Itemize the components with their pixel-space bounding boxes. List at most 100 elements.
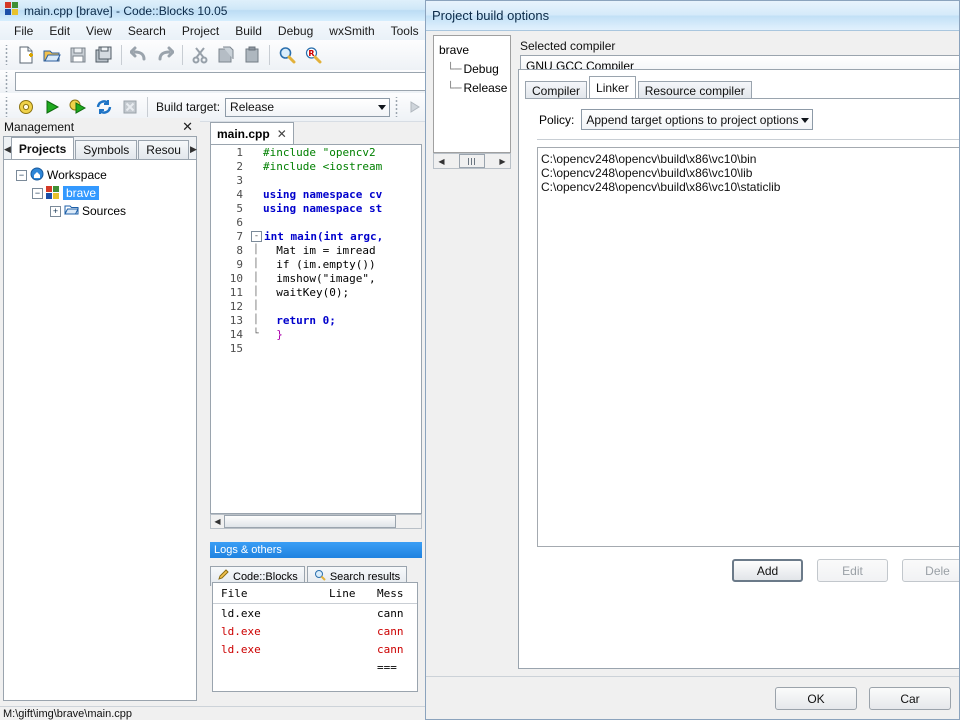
dialog-title: Project build options bbox=[432, 8, 550, 23]
scroll-right-icon[interactable]: ▶ bbox=[496, 155, 509, 168]
cell-file: ld.exe bbox=[221, 642, 261, 656]
list-item[interactable]: C:\opencv248\opencv\build\x86\vc10\bin bbox=[541, 152, 959, 166]
list-item[interactable]: C:\opencv248\opencv\build\x86\vc10\lib bbox=[541, 166, 959, 180]
tree-item-sources[interactable]: + Sources bbox=[8, 202, 192, 220]
target-tree-item-brave[interactable]: brave bbox=[439, 40, 510, 59]
scroll-left-icon[interactable]: ◀ bbox=[211, 515, 224, 528]
menu-item-view[interactable]: View bbox=[78, 22, 120, 40]
editor-text-area[interactable]: 1 #include "opencv2 2 #include <iostream 3… bbox=[210, 144, 422, 514]
column-header-file[interactable]: File bbox=[213, 587, 329, 600]
management-tabstrip: ◀ Projects Symbols Resou ▶ bbox=[4, 137, 197, 160]
open-file-icon[interactable] bbox=[39, 42, 65, 68]
search-directories-list[interactable]: C:\opencv248\opencv\build\x86\vc10\bin C… bbox=[537, 147, 959, 547]
add-button[interactable]: Add bbox=[732, 559, 803, 582]
scroll-left-icon[interactable]: ◀ bbox=[435, 155, 448, 168]
fold-marker[interactable]: │ bbox=[249, 315, 263, 325]
toolbar-grip[interactable] bbox=[3, 71, 10, 92]
editor-tabstrip: main.cpp ✕ bbox=[210, 122, 422, 144]
fold-marker[interactable]: - bbox=[251, 230, 262, 242]
fold-marker[interactable]: │ bbox=[249, 273, 263, 283]
fold-marker[interactable]: │ bbox=[249, 287, 263, 297]
menu-item-file[interactable]: File bbox=[6, 22, 41, 40]
line-number: 14 bbox=[229, 327, 243, 341]
column-header-line[interactable]: Line bbox=[329, 587, 377, 600]
menu-item-wxsmith[interactable]: wxSmith bbox=[321, 22, 382, 40]
table-row[interactable]: ld.exe cann bbox=[213, 622, 417, 640]
edit-button[interactable]: Edit bbox=[817, 559, 888, 582]
table-row[interactable]: ld.exe cann bbox=[213, 640, 417, 658]
editor-tab-main-cpp[interactable]: main.cpp ✕ bbox=[210, 122, 294, 144]
codeblocks-logo-icon bbox=[5, 2, 19, 19]
table-row[interactable]: ld.exe cann bbox=[213, 604, 417, 622]
menu-item-build[interactable]: Build bbox=[227, 22, 270, 40]
table-row[interactable]: === bbox=[213, 658, 417, 676]
find-icon[interactable] bbox=[274, 42, 300, 68]
tree-item-brave[interactable]: − brave bbox=[8, 184, 192, 202]
toolbar-grip[interactable] bbox=[3, 97, 10, 117]
target-tree-horizontal-scrollbar[interactable]: ◀ ▶ bbox=[433, 153, 511, 169]
cell-file: ld.exe bbox=[221, 606, 261, 620]
replace-icon[interactable]: R bbox=[300, 42, 326, 68]
main-window-title: main.cpp [brave] - Code::Blocks 10.05 bbox=[24, 3, 228, 18]
save-all-icon[interactable] bbox=[91, 42, 117, 68]
redo-icon[interactable] bbox=[152, 42, 178, 68]
rebuild-icon[interactable] bbox=[91, 94, 117, 120]
cancel-button[interactable]: Car bbox=[869, 687, 951, 710]
fold-marker[interactable]: │ bbox=[249, 245, 263, 255]
toolbar-grip[interactable] bbox=[3, 45, 10, 65]
fold-marker[interactable]: │ bbox=[249, 259, 263, 269]
menu-item-search[interactable]: Search bbox=[120, 22, 174, 40]
tab-scroll-left-icon[interactable]: ◀ bbox=[4, 139, 11, 159]
line-number: 9 bbox=[236, 257, 243, 271]
tree-expander-icon[interactable]: − bbox=[32, 187, 43, 199]
cut-icon[interactable] bbox=[187, 42, 213, 68]
tab-linker[interactable]: Linker bbox=[589, 76, 636, 100]
menu-item-debug[interactable]: Debug bbox=[270, 22, 321, 40]
logs-tab-label: Search results bbox=[329, 570, 401, 583]
code-line: 2 #include <iostream bbox=[211, 159, 421, 173]
tab-symbols[interactable]: Symbols bbox=[75, 140, 138, 159]
tab-resources[interactable]: Resou bbox=[138, 140, 189, 159]
scroll-thumb[interactable] bbox=[459, 154, 485, 168]
copy-icon[interactable] bbox=[213, 42, 239, 68]
undo-icon[interactable] bbox=[126, 42, 152, 68]
tree-expander-icon[interactable]: + bbox=[50, 205, 61, 217]
paste-icon[interactable] bbox=[239, 42, 265, 68]
list-item[interactable]: C:\opencv248\opencv\build\x86\vc10\stati… bbox=[541, 180, 959, 194]
fold-marker[interactable]: │ bbox=[249, 301, 263, 311]
save-icon[interactable] bbox=[65, 42, 91, 68]
editor-tab-label: main.cpp bbox=[217, 126, 270, 141]
target-tree-item-debug[interactable]: └─ Debug bbox=[439, 59, 510, 78]
abort-icon[interactable] bbox=[117, 94, 143, 120]
fold-marker[interactable]: └ bbox=[249, 329, 263, 339]
menu-item-edit[interactable]: Edit bbox=[41, 22, 78, 40]
build-gear-icon[interactable] bbox=[13, 94, 39, 120]
close-icon[interactable]: ✕ bbox=[277, 127, 287, 141]
target-tree-item-release[interactable]: └─ Release bbox=[439, 78, 510, 97]
dialog-footer: OK Car bbox=[426, 676, 959, 719]
new-file-icon[interactable] bbox=[13, 42, 39, 68]
editor-horizontal-scrollbar[interactable]: ◀ bbox=[210, 514, 422, 529]
tab-projects[interactable]: Projects bbox=[10, 137, 75, 159]
build-and-run-icon[interactable] bbox=[65, 94, 91, 120]
cell-message: cann bbox=[377, 642, 404, 656]
delete-button[interactable]: Dele bbox=[902, 559, 959, 582]
code-line: 7- int main(int argc, bbox=[211, 229, 421, 243]
ok-button[interactable]: OK bbox=[775, 687, 857, 710]
tab-scroll-right-icon[interactable]: ▶ bbox=[190, 139, 197, 159]
menu-item-project[interactable]: Project bbox=[174, 22, 227, 40]
tree-expander-icon[interactable]: − bbox=[16, 169, 27, 181]
management-body: ◀ Projects Symbols Resou ▶ − Workspace − bbox=[3, 136, 197, 701]
menu-item-tools[interactable]: Tools bbox=[383, 22, 427, 40]
scroll-thumb[interactable] bbox=[224, 515, 396, 528]
logs-table[interactable]: File Line Mess ld.exe cann ld.exe cann l… bbox=[212, 582, 418, 692]
run-icon[interactable] bbox=[39, 94, 65, 120]
list-action-buttons: Add Edit Dele bbox=[525, 559, 959, 582]
target-tree[interactable]: brave └─ Debug └─ Release bbox=[433, 35, 511, 153]
toolbar-grip[interactable] bbox=[393, 97, 401, 117]
close-icon[interactable]: ✕ bbox=[182, 119, 196, 135]
column-header-message[interactable]: Mess bbox=[377, 587, 417, 600]
policy-combo[interactable]: Append target options to project options bbox=[581, 109, 814, 130]
tree-item-workspace[interactable]: − Workspace bbox=[8, 166, 192, 184]
build-target-combo[interactable]: Release bbox=[225, 97, 391, 117]
